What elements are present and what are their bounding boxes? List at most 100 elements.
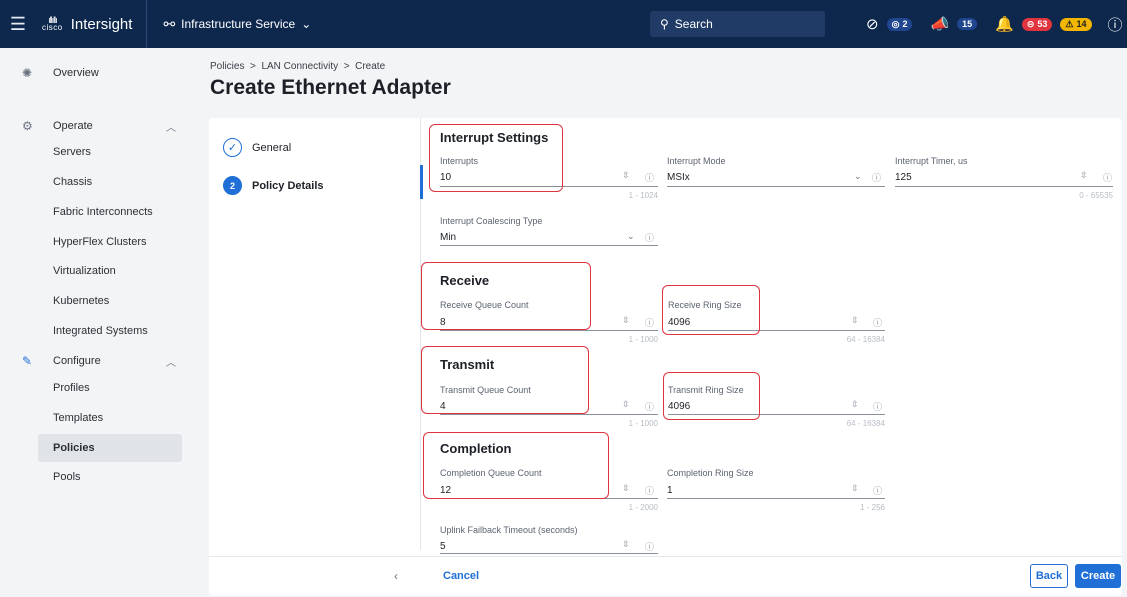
chevron-up-icon: ︿: [166, 357, 176, 369]
chevron-down-icon: ⌄: [301, 17, 312, 31]
app-logo[interactable]: ıllıllı cisco Intersight: [36, 0, 148, 48]
uplink-failback-label: Uplink Failback Timeout (seconds): [440, 525, 578, 535]
interrupt-timer-label: Interrupt Timer, us: [895, 156, 968, 166]
completion-ring-range: 1 - 256: [860, 503, 885, 512]
step-number-badge: 2: [223, 176, 242, 195]
highlight-completion: [423, 432, 609, 499]
step-policy-details[interactable]: 2 Policy Details: [223, 176, 324, 195]
sidebar-item-servers[interactable]: Servers: [0, 138, 196, 166]
operate-icon: ⚙: [22, 119, 33, 133]
highlight-transmit-ring: [663, 372, 760, 420]
info-icon[interactable]: ⓘ: [645, 400, 654, 413]
announcement-icon[interactable]: 📣: [930, 15, 949, 33]
highlight-transmit: [421, 346, 589, 414]
chevron-down-icon[interactable]: ⌄: [627, 231, 635, 242]
check-icon: ✓: [223, 138, 242, 157]
info-icon[interactable]: ⓘ: [645, 231, 654, 244]
receive-queue-underline: [440, 330, 658, 331]
breadcrumb-create: Create: [355, 61, 386, 72]
info-icon[interactable]: ⓘ: [645, 540, 654, 553]
info-icon[interactable]: ⓘ: [873, 400, 882, 413]
sidebar-item-pools[interactable]: Pools: [0, 463, 196, 491]
stepper-icon[interactable]: ⇳: [851, 315, 859, 326]
search-placeholder: Search: [674, 17, 713, 31]
completion-ring-field[interactable]: 1: [667, 485, 673, 496]
warning-alarms-badge[interactable]: ⚠ 14: [1060, 17, 1092, 31]
create-button[interactable]: Create: [1075, 564, 1121, 588]
sidebar-item-policies[interactable]: Policies: [38, 434, 182, 462]
sidebar-item-hyperflex[interactable]: HyperFlex Clusters: [0, 228, 196, 256]
interrupt-timer-field[interactable]: 125: [895, 172, 912, 183]
chevron-left-icon[interactable]: ‹: [394, 569, 398, 583]
breadcrumb-policies[interactable]: Policies: [210, 61, 244, 72]
coalescing-type-label: Interrupt Coalescing Type: [440, 216, 543, 226]
highlight-interrupt: [429, 124, 563, 192]
interrupt-mode-label: Interrupt Mode: [667, 156, 726, 166]
infrastructure-icon: ⚯: [163, 15, 176, 32]
step-general[interactable]: ✓ General: [223, 138, 291, 157]
info-icon[interactable]: ⓘ: [645, 171, 654, 184]
configure-icon: ✎: [22, 354, 33, 368]
stepper-icon[interactable]: ⇳: [1080, 170, 1088, 181]
completion-ring-label: Completion Ring Size: [667, 468, 754, 478]
search-icon: ⚲: [660, 17, 669, 31]
breadcrumb: Policies > LAN Connectivity > Create: [210, 61, 386, 72]
menu-icon[interactable]: ☰: [0, 0, 36, 48]
breadcrumb-lan-connectivity[interactable]: LAN Connectivity: [261, 61, 338, 72]
active-step-indicator: [420, 165, 423, 199]
info-icon[interactable]: ⓘ: [645, 316, 654, 329]
receive-ring-range: 64 - 16384: [846, 335, 885, 344]
sidebar-item-overview[interactable]: ✺ Overview: [0, 59, 196, 87]
sidebar-item-profiles[interactable]: Profiles: [0, 374, 196, 402]
overview-icon: ✺: [22, 66, 33, 80]
search-input[interactable]: ⚲ Search: [650, 11, 825, 37]
sidebar-item-chassis[interactable]: Chassis: [0, 168, 196, 196]
requests-badge[interactable]: ◎ 2: [886, 17, 913, 31]
completion-ring-underline: [667, 498, 885, 499]
completion-queue-range: 1 - 2000: [628, 503, 658, 512]
sidebar-item-templates[interactable]: Templates: [0, 404, 196, 432]
uplink-failback-field[interactable]: 5: [440, 541, 446, 552]
interrupt-mode-underline: [667, 186, 885, 187]
wizard-footer: [209, 556, 1122, 597]
sidebar-item-integrated-systems[interactable]: Integrated Systems: [0, 317, 196, 345]
stepper-icon[interactable]: ⇳: [622, 399, 630, 410]
bell-icon[interactable]: 🔔: [995, 15, 1014, 33]
topbar-actions: ⊘ ◎ 2 📣 15 🔔 ⊝ 53 ⚠ 14 ⓘ: [866, 0, 1123, 48]
stepper-icon[interactable]: ⇳: [851, 483, 859, 494]
cancel-button[interactable]: Cancel: [443, 570, 479, 582]
info-icon[interactable]: ⓘ: [873, 484, 882, 497]
sidebar-item-configure[interactable]: ✎ Configure ︿: [0, 347, 196, 375]
chevron-down-icon[interactable]: ⌄: [854, 171, 862, 182]
stepper-icon[interactable]: ⇳: [622, 315, 630, 326]
info-icon[interactable]: ⓘ: [872, 171, 881, 184]
sidebar-item-operate[interactable]: ⚙ Operate ︿: [0, 112, 196, 140]
service-label: Infrastructure Service: [181, 17, 296, 31]
info-icon[interactable]: ⓘ: [873, 316, 882, 329]
receive-queue-range: 1 - 1000: [628, 335, 658, 344]
help-icon[interactable]: ⓘ: [1108, 14, 1123, 35]
page-title: Create Ethernet Adapter: [210, 76, 451, 99]
sidebar-item-kubernetes[interactable]: Kubernetes: [0, 287, 196, 315]
info-icon[interactable]: ⓘ: [1103, 171, 1112, 184]
wizard-card: [209, 118, 1122, 596]
info-icon[interactable]: ⓘ: [645, 484, 654, 497]
stepper-icon[interactable]: ⇳: [622, 483, 630, 494]
critical-alarms-badge[interactable]: ⊝ 53: [1021, 17, 1053, 31]
requests-icon[interactable]: ⊘: [866, 15, 879, 33]
sidebar-item-fabric-interconnects[interactable]: Fabric Interconnects: [0, 198, 196, 226]
cisco-logo: ıllıllı cisco: [42, 15, 63, 32]
interrupt-timer-underline: [895, 186, 1113, 187]
stepper-icon[interactable]: ⇳: [622, 539, 630, 550]
interrupt-mode-select[interactable]: MSIx: [667, 172, 690, 183]
sidebar-item-virtualization[interactable]: Virtualization: [0, 257, 196, 285]
back-button[interactable]: Back: [1030, 564, 1068, 588]
announcements-badge[interactable]: 15: [957, 18, 978, 30]
brand-name: Intersight: [70, 15, 133, 33]
stepper-icon[interactable]: ⇳: [851, 399, 859, 410]
coalescing-type-select[interactable]: Min: [440, 232, 456, 243]
stepper-icon[interactable]: ⇳: [622, 170, 630, 181]
service-selector[interactable]: ⚯ Infrastructure Service ⌄: [147, 16, 311, 33]
transmit-queue-underline: [440, 414, 658, 415]
interrupts-range: 1 - 1024: [628, 191, 658, 200]
